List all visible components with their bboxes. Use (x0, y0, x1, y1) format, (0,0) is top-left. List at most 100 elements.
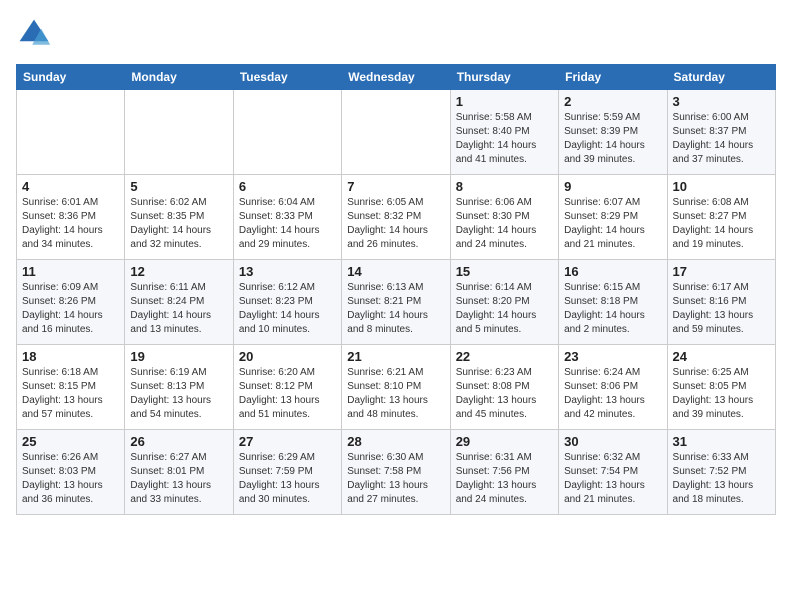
calendar-cell: 4 Sunrise: 6:01 AMSunset: 8:36 PMDaylight… (17, 175, 125, 260)
calendar-header-sunday: Sunday (17, 65, 125, 90)
calendar-header-tuesday: Tuesday (233, 65, 341, 90)
day-number: 22 (456, 349, 553, 364)
day-info: Sunrise: 6:24 AMSunset: 8:06 PMDaylight:… (564, 366, 661, 422)
day-number: 17 (673, 264, 770, 279)
calendar-cell: 27 Sunrise: 6:29 AMSunset: 7:59 PMDayligh… (233, 430, 341, 515)
day-number: 24 (673, 349, 770, 364)
calendar-cell (17, 90, 125, 175)
calendar-header-saturday: Saturday (667, 65, 775, 90)
day-number: 10 (673, 179, 770, 194)
day-number: 1 (456, 94, 553, 109)
calendar-cell: 5Sunrise: 6:02 AMSunset: 8:35 PMDaylight… (125, 175, 233, 260)
calendar-cell: 1 Sunrise: 5:58 AMSunset: 8:40 PMDaylight… (450, 90, 558, 175)
calendar-header-row: SundayMondayTuesdayWednesdayThursdayFrid… (17, 65, 776, 90)
day-number: 19 (130, 349, 227, 364)
calendar-header-wednesday: Wednesday (342, 65, 450, 90)
calendar-cell: 11 Sunrise: 6:09 AMSunset: 8:26 PMDayligh… (17, 260, 125, 345)
day-info: Sunrise: 6:27 AMSunset: 8:01 PMDaylight:… (130, 451, 227, 507)
calendar-week-row: 4 Sunrise: 6:01 AMSunset: 8:36 PMDaylight… (17, 175, 776, 260)
calendar-cell: 2 Sunrise: 5:59 AMSunset: 8:39 PMDaylight… (559, 90, 667, 175)
day-info: Sunrise: 6:09 AMSunset: 8:26 PMDaylight:… (22, 281, 119, 337)
day-info: Sunrise: 6:31 AMSunset: 7:56 PMDaylight:… (456, 451, 553, 507)
day-number: 14 (347, 264, 444, 279)
calendar-cell: 3Sunrise: 6:00 AMSunset: 8:37 PMDaylight… (667, 90, 775, 175)
day-number: 26 (130, 434, 227, 449)
day-number: 12 (130, 264, 227, 279)
day-info: Sunrise: 6:14 AMSunset: 8:20 PMDaylight:… (456, 281, 553, 337)
day-info: Sunrise: 6:26 AMSunset: 8:03 PMDaylight:… (22, 451, 119, 507)
calendar-cell: 17 Sunrise: 6:17 AMSunset: 8:16 PMDayligh… (667, 260, 775, 345)
day-info: Sunrise: 6:20 AMSunset: 8:12 PMDaylight:… (239, 366, 336, 422)
day-info: Sunrise: 6:23 AMSunset: 8:08 PMDaylight:… (456, 366, 553, 422)
day-info: Sunrise: 6:29 AMSunset: 7:59 PMDaylight:… (239, 451, 336, 507)
calendar-header-friday: Friday (559, 65, 667, 90)
day-info: Sunrise: 6:17 AMSunset: 8:16 PMDaylight:… (673, 281, 770, 337)
day-number: 9 (564, 179, 661, 194)
day-number: 30 (564, 434, 661, 449)
calendar-cell: 26 Sunrise: 6:27 AMSunset: 8:01 PMDayligh… (125, 430, 233, 515)
calendar-week-row: 18 Sunrise: 6:18 AMSunset: 8:15 PMDayligh… (17, 345, 776, 430)
day-number: 18 (22, 349, 119, 364)
day-info: Sunrise: 6:07 AMSunset: 8:29 PMDaylight:… (564, 196, 661, 252)
day-number: 7 (347, 179, 444, 194)
calendar-cell: 18 Sunrise: 6:18 AMSunset: 8:15 PMDayligh… (17, 345, 125, 430)
day-info: Sunrise: 5:59 AMSunset: 8:39 PMDaylight:… (564, 111, 661, 167)
calendar-week-row: 25 Sunrise: 6:26 AMSunset: 8:03 PMDayligh… (17, 430, 776, 515)
day-info: Sunrise: 6:33 AMSunset: 7:52 PMDaylight:… (673, 451, 770, 507)
calendar-cell: 19 Sunrise: 6:19 AMSunset: 8:13 PMDayligh… (125, 345, 233, 430)
day-info: Sunrise: 6:11 AMSunset: 8:24 PMDaylight:… (130, 281, 227, 337)
calendar-table: SundayMondayTuesdayWednesdayThursdayFrid… (16, 64, 776, 515)
calendar-cell: 24 Sunrise: 6:25 AMSunset: 8:05 PMDayligh… (667, 345, 775, 430)
calendar-cell (233, 90, 341, 175)
day-number: 4 (22, 179, 119, 194)
calendar-cell: 15 Sunrise: 6:14 AMSunset: 8:20 PMDayligh… (450, 260, 558, 345)
day-number: 20 (239, 349, 336, 364)
day-info: Sunrise: 6:06 AMSunset: 8:30 PMDaylight:… (456, 196, 553, 252)
calendar-cell: 12 Sunrise: 6:11 AMSunset: 8:24 PMDayligh… (125, 260, 233, 345)
calendar-cell: 25 Sunrise: 6:26 AMSunset: 8:03 PMDayligh… (17, 430, 125, 515)
day-number: 3 (673, 94, 770, 109)
calendar-header-thursday: Thursday (450, 65, 558, 90)
day-number: 23 (564, 349, 661, 364)
day-number: 2 (564, 94, 661, 109)
calendar-cell: 23 Sunrise: 6:24 AMSunset: 8:06 PMDayligh… (559, 345, 667, 430)
logo-icon (16, 16, 52, 52)
day-info: Sunrise: 6:19 AMSunset: 8:13 PMDaylight:… (130, 366, 227, 422)
calendar-cell: 30 Sunrise: 6:32 AMSunset: 7:54 PMDayligh… (559, 430, 667, 515)
calendar-cell: 14 Sunrise: 6:13 AMSunset: 8:21 PMDayligh… (342, 260, 450, 345)
calendar-cell: 20 Sunrise: 6:20 AMSunset: 8:12 PMDayligh… (233, 345, 341, 430)
day-number: 31 (673, 434, 770, 449)
day-number: 27 (239, 434, 336, 449)
calendar-cell (125, 90, 233, 175)
logo (16, 16, 56, 52)
calendar-cell: 21Sunrise: 6:21 AMSunset: 8:10 PMDayligh… (342, 345, 450, 430)
day-info: Sunrise: 6:01 AMSunset: 8:36 PMDaylight:… (22, 196, 119, 252)
calendar-week-row: 1 Sunrise: 5:58 AMSunset: 8:40 PMDaylight… (17, 90, 776, 175)
day-number: 8 (456, 179, 553, 194)
day-number: 28 (347, 434, 444, 449)
day-number: 25 (22, 434, 119, 449)
day-number: 16 (564, 264, 661, 279)
calendar-cell: 6Sunrise: 6:04 AMSunset: 8:33 PMDaylight… (233, 175, 341, 260)
calendar-cell: 29Sunrise: 6:31 AMSunset: 7:56 PMDayligh… (450, 430, 558, 515)
day-info: Sunrise: 6:08 AMSunset: 8:27 PMDaylight:… (673, 196, 770, 252)
day-number: 11 (22, 264, 119, 279)
day-info: Sunrise: 6:18 AMSunset: 8:15 PMDaylight:… (22, 366, 119, 422)
day-info: Sunrise: 6:05 AMSunset: 8:32 PMDaylight:… (347, 196, 444, 252)
calendar-cell: 22 Sunrise: 6:23 AMSunset: 8:08 PMDayligh… (450, 345, 558, 430)
calendar-cell: 7 Sunrise: 6:05 AMSunset: 8:32 PMDaylight… (342, 175, 450, 260)
page-header (16, 16, 776, 52)
day-info: Sunrise: 5:58 AMSunset: 8:40 PMDaylight:… (456, 111, 553, 167)
day-info: Sunrise: 6:32 AMSunset: 7:54 PMDaylight:… (564, 451, 661, 507)
calendar-header-monday: Monday (125, 65, 233, 90)
day-info: Sunrise: 6:13 AMSunset: 8:21 PMDaylight:… (347, 281, 444, 337)
day-number: 5 (130, 179, 227, 194)
day-number: 13 (239, 264, 336, 279)
calendar-cell: 8 Sunrise: 6:06 AMSunset: 8:30 PMDaylight… (450, 175, 558, 260)
day-number: 6 (239, 179, 336, 194)
calendar-cell: 16Sunrise: 6:15 AMSunset: 8:18 PMDayligh… (559, 260, 667, 345)
calendar-cell: 10 Sunrise: 6:08 AMSunset: 8:27 PMDayligh… (667, 175, 775, 260)
day-info: Sunrise: 6:25 AMSunset: 8:05 PMDaylight:… (673, 366, 770, 422)
day-number: 15 (456, 264, 553, 279)
calendar-cell (342, 90, 450, 175)
